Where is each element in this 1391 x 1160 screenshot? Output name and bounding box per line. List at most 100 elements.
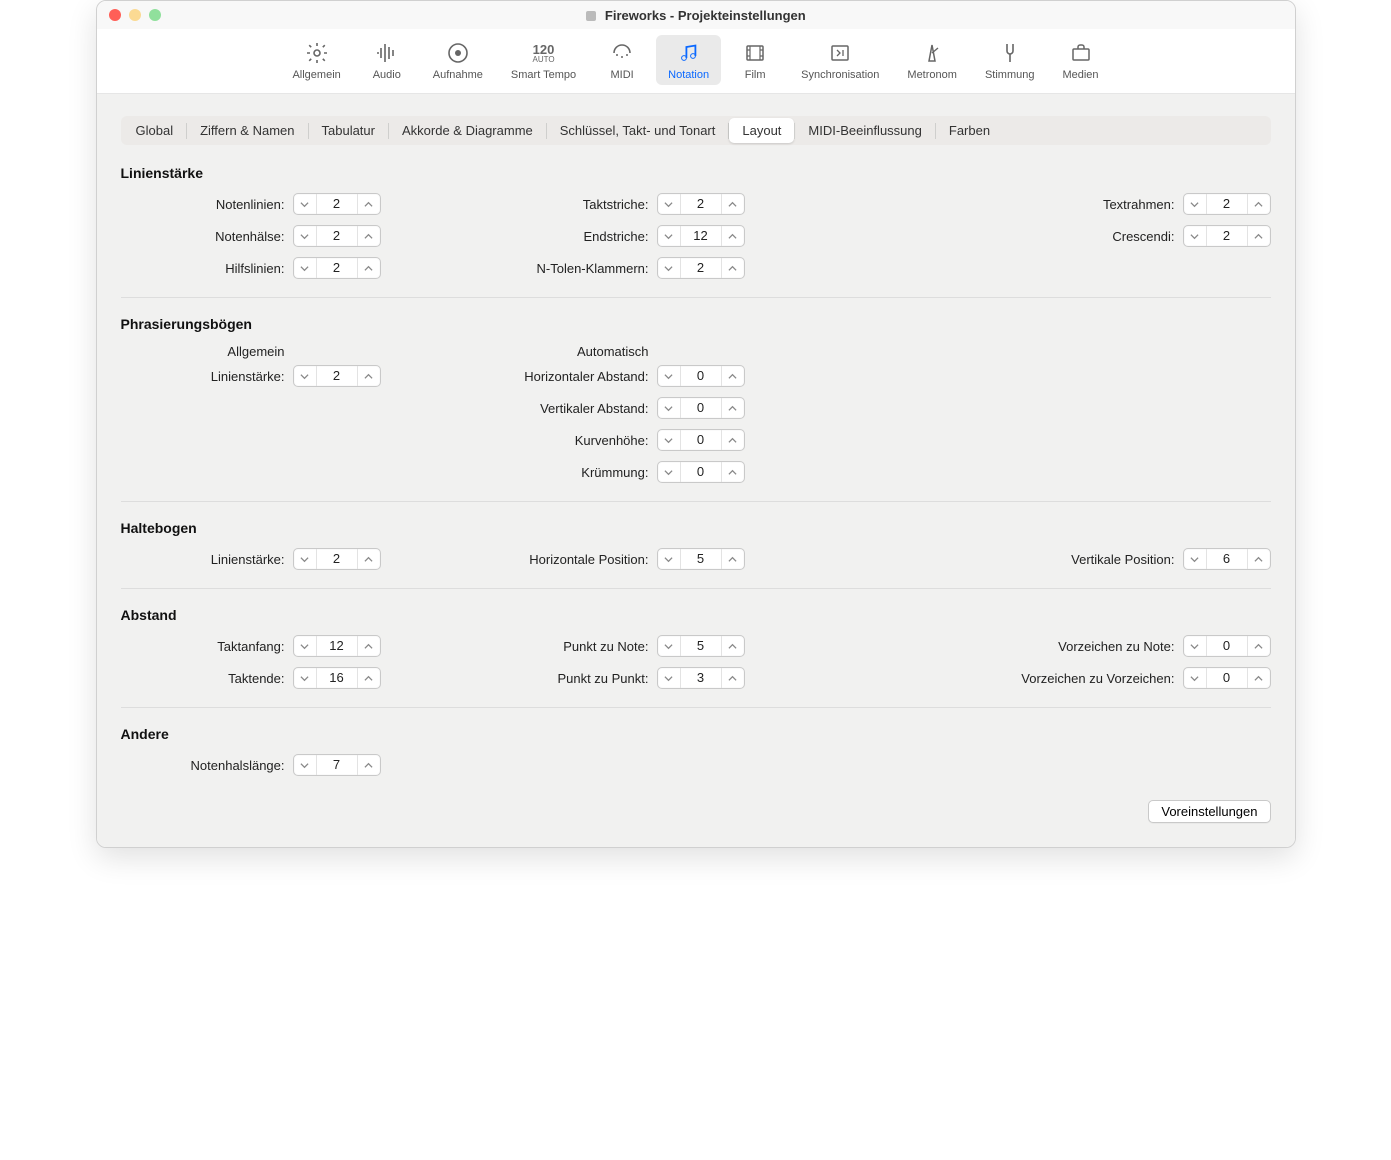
stepper-decrement[interactable] bbox=[294, 755, 316, 775]
stepper-increment[interactable] bbox=[358, 549, 380, 569]
main-toolbar: Allgemein Audio Aufnahme 120AUTO Smart T… bbox=[97, 29, 1295, 94]
lin-2-1-stepper[interactable]: 2 bbox=[293, 257, 381, 279]
toolbar-metronom[interactable]: Metronom bbox=[895, 35, 969, 85]
stepper-decrement[interactable] bbox=[658, 194, 680, 214]
stepper-increment[interactable] bbox=[1248, 549, 1270, 569]
stepper-decrement[interactable] bbox=[294, 636, 316, 656]
stepper-decrement[interactable] bbox=[294, 549, 316, 569]
toolbar-aufnahme[interactable]: Aufnahme bbox=[421, 35, 495, 85]
hal-1-stepper[interactable]: 2 bbox=[293, 548, 381, 570]
stepper-increment[interactable] bbox=[1248, 226, 1270, 246]
toolbar-audio[interactable]: Audio bbox=[357, 35, 417, 85]
stepper-increment[interactable] bbox=[722, 549, 744, 569]
stepper-decrement[interactable] bbox=[658, 462, 680, 482]
film-icon bbox=[741, 39, 769, 67]
toolbar-notation[interactable]: Notation bbox=[656, 35, 721, 85]
toolbar-medien[interactable]: Medien bbox=[1050, 35, 1110, 85]
lin-2-2-stepper[interactable]: 2 bbox=[657, 257, 745, 279]
stepper-increment[interactable] bbox=[722, 668, 744, 688]
abs-0-2-stepper[interactable]: 5 bbox=[657, 635, 745, 657]
stepper-decrement[interactable] bbox=[1184, 668, 1206, 688]
stepper-increment[interactable] bbox=[358, 226, 380, 246]
midi-icon bbox=[608, 39, 636, 67]
toolbar-film[interactable]: Film bbox=[725, 35, 785, 85]
stepper-decrement[interactable] bbox=[294, 194, 316, 214]
phr-1-2-stepper[interactable]: 0 bbox=[657, 397, 745, 419]
subtab-global[interactable]: Global bbox=[123, 118, 187, 143]
abs-1-1-stepper[interactable]: 16 bbox=[293, 667, 381, 689]
lin-1-2-stepper[interactable]: 12 bbox=[657, 225, 745, 247]
stepper-increment[interactable] bbox=[358, 668, 380, 688]
subtab-midi-beeinflussung[interactable]: MIDI-Beeinflussung bbox=[795, 118, 934, 143]
and-1-stepper[interactable]: 7 bbox=[293, 754, 381, 776]
lin-1-3-stepper[interactable]: 2 bbox=[1183, 225, 1271, 247]
subtab-ziffern-namen[interactable]: Ziffern & Namen bbox=[187, 118, 307, 143]
stepper-decrement[interactable] bbox=[1184, 549, 1206, 569]
stepper-decrement[interactable] bbox=[294, 366, 316, 386]
hal-2-stepper[interactable]: 5 bbox=[657, 548, 745, 570]
subtab-tabulatur[interactable]: Tabulatur bbox=[309, 118, 388, 143]
phr-2-2-stepper[interactable]: 0 bbox=[657, 429, 745, 451]
toolbar-midi[interactable]: MIDI bbox=[592, 35, 652, 85]
abs-1-2-label: Punkt zu Punkt: bbox=[557, 671, 648, 686]
stepper-increment[interactable] bbox=[722, 194, 744, 214]
footer: Voreinstellungen bbox=[121, 800, 1271, 823]
toolbar-allgemein[interactable]: Allgemein bbox=[280, 35, 352, 85]
hal-3-stepper[interactable]: 6 bbox=[1183, 548, 1271, 570]
stepper-increment[interactable] bbox=[722, 398, 744, 418]
stepper-decrement[interactable] bbox=[658, 668, 680, 688]
stepper-increment[interactable] bbox=[358, 194, 380, 214]
stepper-value: 0 bbox=[680, 366, 722, 386]
lin-0-1-stepper[interactable]: 2 bbox=[293, 193, 381, 215]
stepper-decrement[interactable] bbox=[294, 258, 316, 278]
voreinstellungen-button[interactable]: Voreinstellungen bbox=[1148, 800, 1270, 823]
stepper-decrement[interactable] bbox=[658, 398, 680, 418]
stepper-increment[interactable] bbox=[358, 636, 380, 656]
stepper-value: 2 bbox=[680, 194, 722, 214]
stepper-increment[interactable] bbox=[358, 366, 380, 386]
stepper-increment[interactable] bbox=[722, 462, 744, 482]
stepper-decrement[interactable] bbox=[658, 430, 680, 450]
stepper-increment[interactable] bbox=[1248, 636, 1270, 656]
stepper-decrement[interactable] bbox=[294, 226, 316, 246]
subtab-farben[interactable]: Farben bbox=[936, 118, 1003, 143]
stepper-increment[interactable] bbox=[358, 755, 380, 775]
stepper-decrement[interactable] bbox=[1184, 194, 1206, 214]
phr-0-2-stepper[interactable]: 0 bbox=[657, 365, 745, 387]
toolbar-stimmung[interactable]: Stimmung bbox=[973, 35, 1047, 85]
stepper-increment[interactable] bbox=[1248, 668, 1270, 688]
abs-1-3-stepper[interactable]: 0 bbox=[1183, 667, 1271, 689]
stepper-increment[interactable] bbox=[722, 226, 744, 246]
stepper-decrement[interactable] bbox=[658, 636, 680, 656]
section-abstand-title: Abstand bbox=[121, 607, 1271, 623]
phr-3-2-stepper[interactable]: 0 bbox=[657, 461, 745, 483]
stepper-decrement[interactable] bbox=[1184, 636, 1206, 656]
subtab-layout[interactable]: Layout bbox=[729, 118, 794, 143]
lin-0-3-stepper[interactable]: 2 bbox=[1183, 193, 1271, 215]
toolbar-synchronisation[interactable]: Synchronisation bbox=[789, 35, 891, 85]
stepper-decrement[interactable] bbox=[658, 366, 680, 386]
subtab-akkorde-diagramme[interactable]: Akkorde & Diagramme bbox=[389, 118, 546, 143]
stepper-increment[interactable] bbox=[358, 258, 380, 278]
abs-1-2-stepper[interactable]: 3 bbox=[657, 667, 745, 689]
abs-0-3-stepper[interactable]: 0 bbox=[1183, 635, 1271, 657]
stepper-increment[interactable] bbox=[722, 366, 744, 386]
lin-0-2-stepper[interactable]: 2 bbox=[657, 193, 745, 215]
stepper-increment[interactable] bbox=[722, 258, 744, 278]
abs-0-1-stepper[interactable]: 12 bbox=[293, 635, 381, 657]
stepper-decrement[interactable] bbox=[658, 258, 680, 278]
stepper-increment[interactable] bbox=[722, 636, 744, 656]
lin-2-1-label: Hilfslinien: bbox=[225, 261, 284, 276]
toolbar-smarttempo[interactable]: 120AUTO Smart Tempo bbox=[499, 35, 588, 85]
lin-1-1-stepper[interactable]: 2 bbox=[293, 225, 381, 247]
stepper-decrement[interactable] bbox=[1184, 226, 1206, 246]
record-icon bbox=[444, 39, 472, 67]
stepper-decrement[interactable] bbox=[658, 226, 680, 246]
stepper-increment[interactable] bbox=[722, 430, 744, 450]
subtab-schluessel-takt-tonart[interactable]: Schlüssel, Takt- und Tonart bbox=[547, 118, 729, 143]
stepper-value: 0 bbox=[680, 430, 722, 450]
stepper-decrement[interactable] bbox=[294, 668, 316, 688]
stepper-decrement[interactable] bbox=[658, 549, 680, 569]
stepper-increment[interactable] bbox=[1248, 194, 1270, 214]
phr-0-1-stepper[interactable]: 2 bbox=[293, 365, 381, 387]
